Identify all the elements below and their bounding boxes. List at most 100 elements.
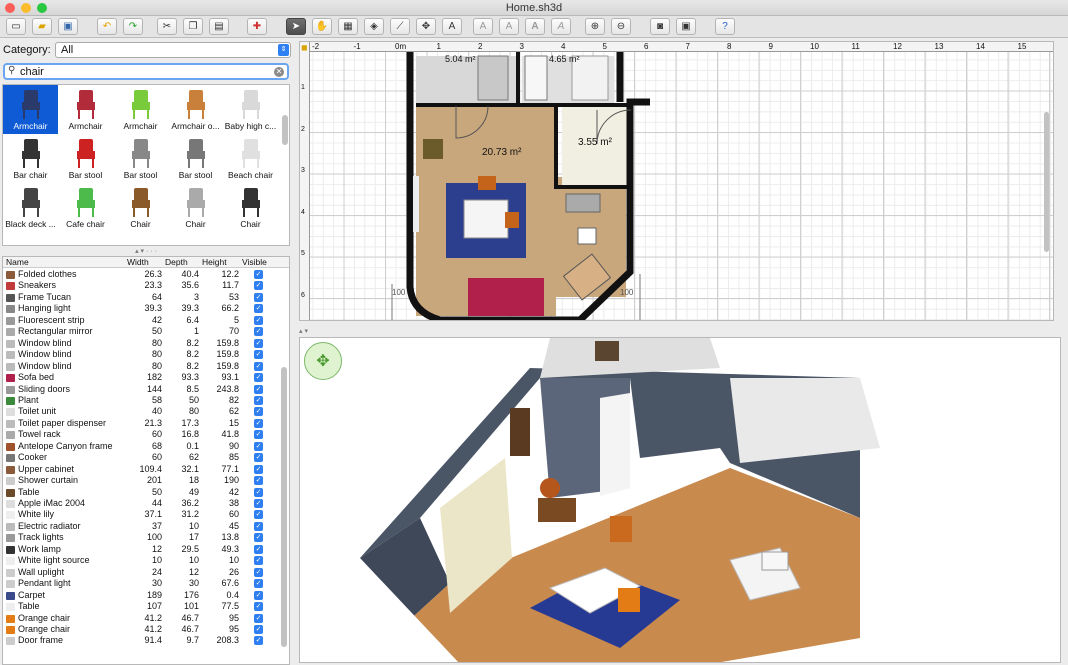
table-row[interactable]: Folded clothes 26.3 40.4 12.2 ✓	[3, 269, 283, 280]
visible-checkbox[interactable]: ✓	[254, 441, 263, 451]
visible-checkbox[interactable]: ✓	[254, 579, 263, 589]
visible-checkbox[interactable]: ✓	[254, 453, 263, 463]
table-row[interactable]: Table 50 49 42 ✓	[3, 487, 283, 498]
cut-button[interactable]: ✂	[157, 18, 177, 35]
create-video-button[interactable]: ▣	[676, 18, 696, 35]
copy-button[interactable]: ❐	[183, 18, 203, 35]
undo-button[interactable]: ↶	[97, 18, 117, 35]
plan-scrollbar[interactable]	[1044, 112, 1049, 252]
catalog-item[interactable]: Bar stool	[168, 134, 223, 183]
visible-checkbox[interactable]: ✓	[254, 476, 263, 486]
table-row[interactable]: Sneakers 23.3 35.6 11.7 ✓	[3, 280, 283, 291]
visible-checkbox[interactable]: ✓	[254, 338, 263, 348]
catalog-item[interactable]: Armchair o...	[168, 85, 223, 134]
visible-checkbox[interactable]: ✓	[254, 281, 263, 291]
open-button[interactable]: ▰	[32, 18, 52, 35]
visible-checkbox[interactable]: ✓	[254, 395, 263, 405]
catalog-item[interactable]: Bar stool	[58, 134, 113, 183]
search-input[interactable]: ⚲ chair ✕	[3, 63, 289, 80]
visible-checkbox[interactable]: ✓	[254, 361, 263, 371]
visible-checkbox[interactable]: ✓	[254, 430, 263, 440]
table-row[interactable]: Orange chair 41.2 46.7 95 ✓	[3, 624, 283, 635]
visible-checkbox[interactable]: ✓	[254, 613, 263, 623]
hall-area[interactable]: 3.55 m²	[578, 137, 612, 148]
category-select[interactable]: All ⇕	[55, 42, 291, 58]
table-row[interactable]: Shower curtain 201 18 190 ✓	[3, 475, 283, 486]
table-row[interactable]: Toilet paper dispenser 21.3 17.3 15 ✓	[3, 418, 283, 429]
table-row[interactable]: Antelope Canyon frame 68 0.1 90 ✓	[3, 441, 283, 452]
new-home-button[interactable]: ▭	[6, 18, 26, 35]
main-room-area[interactable]: 20.73 m²	[482, 147, 521, 158]
navigation-arrows-icon[interactable]: ✥	[304, 342, 342, 380]
create-rooms-button[interactable]: ◈	[364, 18, 384, 35]
zoom-in-button[interactable]: ⊕	[585, 18, 605, 35]
save-button[interactable]: ▣	[58, 18, 78, 35]
table-row[interactable]: Door frame 91.4 9.7 208.3 ✓	[3, 635, 283, 646]
table-row[interactable]: Cooker 60 62 85 ✓	[3, 452, 283, 463]
table-row[interactable]: Rectangular mirror 50 1 70 ✓	[3, 326, 283, 337]
visible-checkbox[interactable]: ✓	[254, 624, 263, 634]
visible-checkbox[interactable]: ✓	[254, 270, 263, 279]
visible-checkbox[interactable]: ✓	[254, 556, 263, 566]
table-row[interactable]: Plant 58 50 82 ✓	[3, 395, 283, 406]
col-depth-header[interactable]: Depth	[165, 257, 188, 267]
catalog-item[interactable]: Baby high c...	[223, 85, 278, 134]
catalog-item[interactable]: Beach chair	[223, 134, 278, 183]
table-row[interactable]: Track lights 100 17 13.8 ✓	[3, 532, 283, 543]
visible-checkbox[interactable]: ✓	[254, 327, 263, 337]
catalog-item[interactable]: Bar chair	[3, 134, 58, 183]
help-button[interactable]: ?	[715, 18, 735, 35]
visible-checkbox[interactable]: ✓	[254, 384, 263, 394]
table-row[interactable]: Orange chair 41.2 46.7 95 ✓	[3, 613, 283, 624]
table-row[interactable]: Electric radiator 37 10 45 ✓	[3, 521, 283, 532]
zoom-window-button[interactable]	[37, 3, 47, 13]
table-row[interactable]: Window blind 80 8.2 159.8 ✓	[3, 361, 283, 372]
catalog-item[interactable]: Chair	[223, 183, 278, 232]
zoom-out-button[interactable]: ⊖	[611, 18, 631, 35]
view-split-handle[interactable]: ▴ ▾	[299, 328, 1059, 336]
catalog-item[interactable]: Armchair	[3, 85, 58, 134]
panel-split-handle[interactable]: ▴ ▾ · · ·	[0, 248, 292, 256]
3d-view[interactable]: ✥	[299, 337, 1061, 663]
plan-view[interactable]: -2 -1 0m 1 2 3 4 5 6 7 8 9 10 11 12 13 14 15 123456 ◼	[299, 41, 1054, 321]
catalog-item[interactable]: Chair	[168, 183, 223, 232]
minimize-window-button[interactable]	[21, 3, 31, 13]
bold-text-button[interactable]: A	[525, 18, 545, 35]
catalog-item[interactable]: Chair	[113, 183, 168, 232]
visible-checkbox[interactable]: ✓	[254, 533, 263, 543]
catalog-item[interactable]: Cafe chair	[58, 183, 113, 232]
table-row[interactable]: Sliding doors 144 8.5 243.8 ✓	[3, 384, 283, 395]
create-walls-button[interactable]: ▦	[338, 18, 358, 35]
table-row[interactable]: Towel rack 60 16.8 41.8 ✓	[3, 429, 283, 440]
visible-checkbox[interactable]: ✓	[254, 510, 263, 520]
table-row[interactable]: Toilet unit 40 80 62 ✓	[3, 406, 283, 417]
visible-checkbox[interactable]: ✓	[254, 350, 263, 360]
table-row[interactable]: Frame Tucan 64 3 53 ✓	[3, 292, 283, 303]
table-row[interactable]: Hanging light 39.3 39.3 66.2 ✓	[3, 303, 283, 314]
visible-checkbox[interactable]: ✓	[254, 373, 263, 383]
select-mode-button[interactable]: ➤	[286, 18, 306, 35]
table-row[interactable]: Work lamp 12 29.5 49.3 ✓	[3, 544, 283, 555]
visible-checkbox[interactable]: ✓	[254, 590, 263, 600]
visible-checkbox[interactable]: ✓	[254, 567, 263, 577]
top-right-area[interactable]: 4.65 m²	[549, 54, 580, 64]
create-photo-button[interactable]: ◙	[650, 18, 670, 35]
table-row[interactable]: Window blind 80 8.2 159.8 ✓	[3, 349, 283, 360]
table-row[interactable]: Fluorescent strip 42 6.4 5 ✓	[3, 315, 283, 326]
table-row[interactable]: Wall uplight 24 12 26 ✓	[3, 567, 283, 578]
col-width-header[interactable]: Width	[127, 257, 149, 267]
table-row[interactable]: Pendant light 30 30 67.6 ✓	[3, 578, 283, 589]
visible-checkbox[interactable]: ✓	[254, 499, 263, 508]
create-dimensions-button[interactable]: ✥	[416, 18, 436, 35]
increase-text-size-button[interactable]: A	[473, 18, 493, 35]
col-name-header[interactable]: Name	[6, 257, 29, 267]
table-row[interactable]: Table 107 101 77.5 ✓	[3, 601, 283, 612]
visible-checkbox[interactable]: ✓	[254, 304, 263, 314]
close-window-button[interactable]	[5, 3, 15, 13]
paste-button[interactable]: ▤	[209, 18, 229, 35]
visible-checkbox[interactable]: ✓	[254, 407, 263, 417]
table-row[interactable]: Upper cabinet 109.4 32.1 77.1 ✓	[3, 464, 283, 475]
col-height-header[interactable]: Height	[202, 257, 227, 267]
table-row[interactable]: Window blind 80 8.2 159.8 ✓	[3, 338, 283, 349]
create-polylines-button[interactable]: ⟋	[390, 18, 410, 35]
